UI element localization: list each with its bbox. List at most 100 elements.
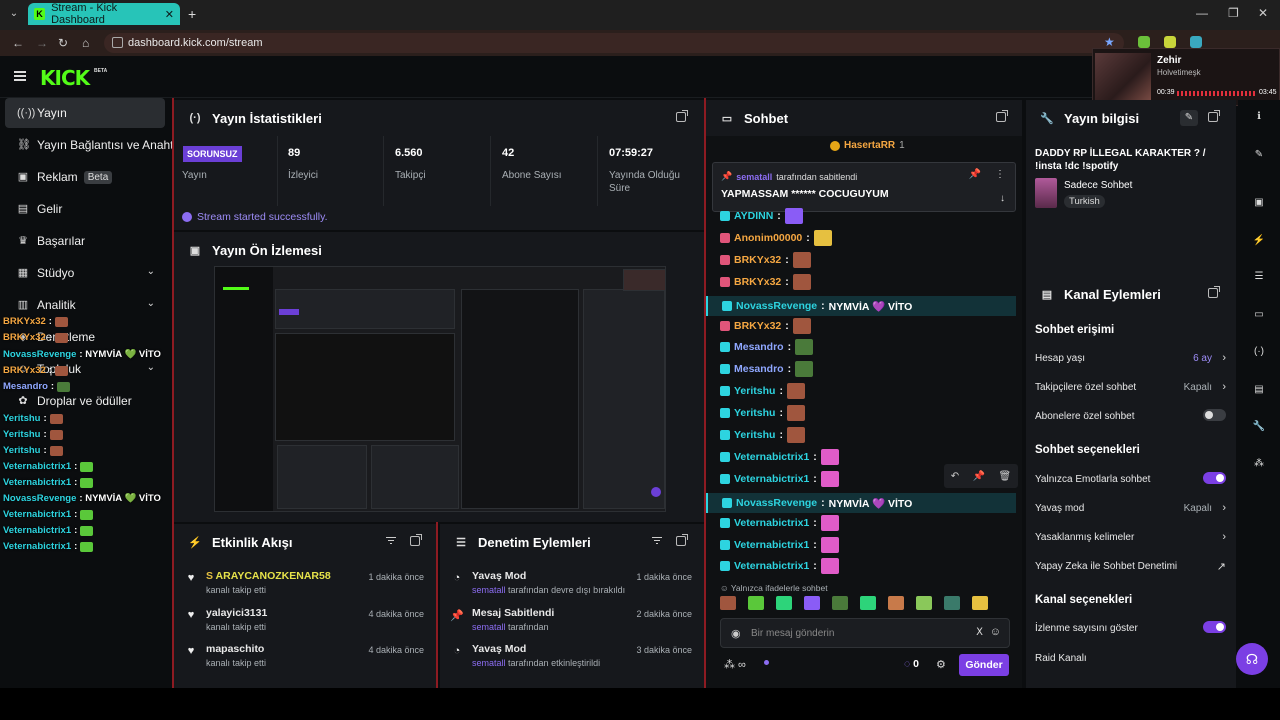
emote-picker-item[interactable] (832, 596, 848, 610)
emote-only-toggle[interactable] (1203, 472, 1226, 484)
stream-preview-video[interactable] (214, 266, 666, 512)
chat-input[interactable]: ◉ Bir mesaj gönderin Ⅹ ☺ (720, 618, 1010, 648)
chat-icon[interactable]: ▭ (1252, 308, 1266, 322)
account-age-row[interactable]: Hesap yaşı 6 ay › (1035, 352, 1226, 364)
preview-icon[interactable]: ▣ (1252, 196, 1266, 210)
more-options-icon[interactable]: ⋮ (995, 169, 1005, 180)
popout-icon[interactable] (676, 110, 688, 122)
sidebar-item-revenue[interactable]: ▤ Gelir (5, 194, 165, 224)
apps-icon[interactable]: ⁂ (1252, 457, 1266, 471)
delete-icon[interactable]: 🗑 (999, 471, 1012, 482)
site-info-icon[interactable] (112, 37, 123, 48)
chat-message[interactable]: Yeritshu: (720, 427, 805, 443)
chat-message[interactable]: NovassRevenge: NYMVİA 💜 VİTO (706, 296, 1016, 316)
new-tab-icon[interactable]: + (188, 6, 196, 22)
chat-username[interactable]: Anonim00000 (734, 232, 802, 244)
sidebar-item-studio[interactable]: ▦ Stüdyo ⌄ (5, 258, 165, 288)
extension-icon[interactable] (1190, 36, 1202, 48)
wrench-icon[interactable]: 🔧 (1252, 420, 1266, 434)
chat-username[interactable]: NovassRevenge (736, 497, 817, 509)
translate-icon[interactable]: Ⅹ (976, 627, 983, 638)
chat-message[interactable]: Veternabictrix1: (720, 558, 839, 574)
emote-picker-item[interactable] (804, 596, 820, 610)
popout-icon[interactable] (410, 534, 422, 546)
chat-username[interactable]: NovassRevenge (736, 300, 817, 312)
pin-message-icon[interactable]: 📌 (973, 471, 985, 482)
chat-message[interactable]: BRKYx32: (720, 274, 811, 290)
edit-icon[interactable]: ✎ (1180, 110, 1198, 126)
kick-logo[interactable]: KICK (40, 66, 90, 90)
popout-icon[interactable] (676, 534, 688, 546)
infinity-icon[interactable]: ⁂ ∞ (724, 658, 746, 671)
chat-message[interactable]: Anonim00000: (720, 230, 832, 246)
reply-icon[interactable]: ↶ (951, 471, 959, 482)
home-icon[interactable]: ⌂ (82, 36, 89, 50)
extension-icon[interactable] (1164, 36, 1176, 48)
chat-username[interactable]: Veternabictrix1 (734, 473, 809, 485)
chat-message[interactable]: AYDINN: (720, 208, 803, 224)
emote-picker-item[interactable] (720, 596, 736, 610)
track-progress[interactable] (1177, 91, 1255, 96)
show-viewers-toggle[interactable] (1203, 621, 1226, 633)
sidebar-item-stream-key[interactable]: ⛓ Yayın Bağlantısı ve Anahtar (5, 130, 173, 160)
forward-icon[interactable]: → (36, 36, 48, 50)
emote-picker-item[interactable] (860, 596, 876, 610)
chat-message[interactable]: Veternabictrix1: (720, 537, 839, 553)
pencil-icon[interactable]: ✎ (1252, 148, 1266, 162)
emote-picker-item[interactable] (972, 596, 988, 610)
chat-username[interactable]: AYDINN (734, 210, 773, 222)
chat-username[interactable]: Veternabictrix1 (734, 451, 809, 463)
chat-message[interactable]: Yeritshu: (720, 383, 805, 399)
chat-username[interactable]: Veternabictrix1 (734, 539, 809, 551)
popout-icon[interactable] (996, 110, 1008, 122)
popout-icon[interactable] (1208, 286, 1220, 298)
chat-message[interactable]: Veternabictrix1: (720, 471, 839, 487)
raid-row[interactable]: Raid Kanalı (1035, 653, 1226, 664)
points-display[interactable]: ◌ 0 (904, 658, 919, 670)
tab-search-icon[interactable]: ⌄ (6, 6, 22, 22)
popout-icon[interactable] (1208, 110, 1220, 122)
bookmark-star-icon[interactable]: ★ (1104, 35, 1115, 49)
filter-icon[interactable] (386, 537, 396, 545)
emote-picker-item[interactable] (888, 596, 904, 610)
pinned-message[interactable]: 📌 sematall tarafından sabitlendi YAPMASS… (712, 162, 1016, 212)
chat-username[interactable]: Yeritshu (734, 429, 775, 441)
sidebar-item-ads[interactable]: ▣ Reklam Beta (5, 162, 165, 192)
chat-message[interactable]: BRKYx32: (720, 318, 811, 334)
top-supporter[interactable]: HasertaRR 1 (830, 140, 905, 151)
restore-icon[interactable]: ❐ (1228, 6, 1239, 20)
subs-only-toggle[interactable] (1203, 409, 1226, 421)
sidebar-item-stream[interactable]: ((·)) Yayın (5, 98, 165, 128)
chat-username[interactable]: Veternabictrix1 (734, 560, 809, 572)
extension-icon[interactable] (1138, 36, 1150, 48)
sidebar-item-achievements[interactable]: ♛ Başarılar (5, 226, 165, 256)
unpin-icon[interactable]: 📌 (969, 169, 981, 180)
ai-moderation-row[interactable]: Yapay Zeka ile Sohbet Denetimi ↗ (1035, 561, 1226, 573)
emote-picker-item[interactable] (944, 596, 960, 610)
slow-mode-row[interactable]: Yavaş mod Kapalı › (1035, 502, 1226, 514)
chat-username[interactable]: Veternabictrix1 (734, 517, 809, 529)
chat-message[interactable]: NovassRevenge: NYMVİA 💜 VİTO (706, 493, 1016, 513)
channel-actions-icon[interactable]: ▤ (1252, 383, 1266, 397)
broadcast-icon[interactable]: (·) (1252, 345, 1266, 359)
chat-message[interactable]: BRKYx32: (720, 252, 811, 268)
tab-close-icon[interactable]: ✕ (165, 8, 174, 21)
close-window-icon[interactable]: ✕ (1258, 6, 1268, 20)
menu-icon[interactable] (14, 71, 26, 81)
emote-picker-item[interactable] (748, 596, 764, 610)
url-field[interactable]: dashboard.kick.com/stream (104, 33, 1124, 53)
chat-username[interactable]: Yeritshu (734, 385, 775, 397)
browser-tab[interactable]: K Stream - Kick Dashboard ✕ (28, 2, 180, 26)
emote-picker-item[interactable] (776, 596, 792, 610)
banned-words-row[interactable]: Yasaklanmış kelimeler › (1035, 531, 1226, 543)
chat-username[interactable]: BRKYx32 (734, 254, 781, 266)
back-icon[interactable]: ← (12, 36, 24, 50)
emoji-icon[interactable]: ☺ (990, 626, 1001, 638)
info-icon[interactable]: ℹ (1252, 110, 1266, 124)
lightning-icon[interactable]: ⚡ (1252, 234, 1266, 248)
chat-message[interactable]: Mesandro: (720, 339, 814, 355)
chat-message[interactable]: Veternabictrix1: (720, 515, 839, 531)
media-player-overlay[interactable]: Zehir Holvetimeşk 00:39 03:45 (1092, 48, 1280, 106)
help-button[interactable]: ☊ (1236, 643, 1268, 675)
emote-picker-item[interactable] (916, 596, 932, 610)
